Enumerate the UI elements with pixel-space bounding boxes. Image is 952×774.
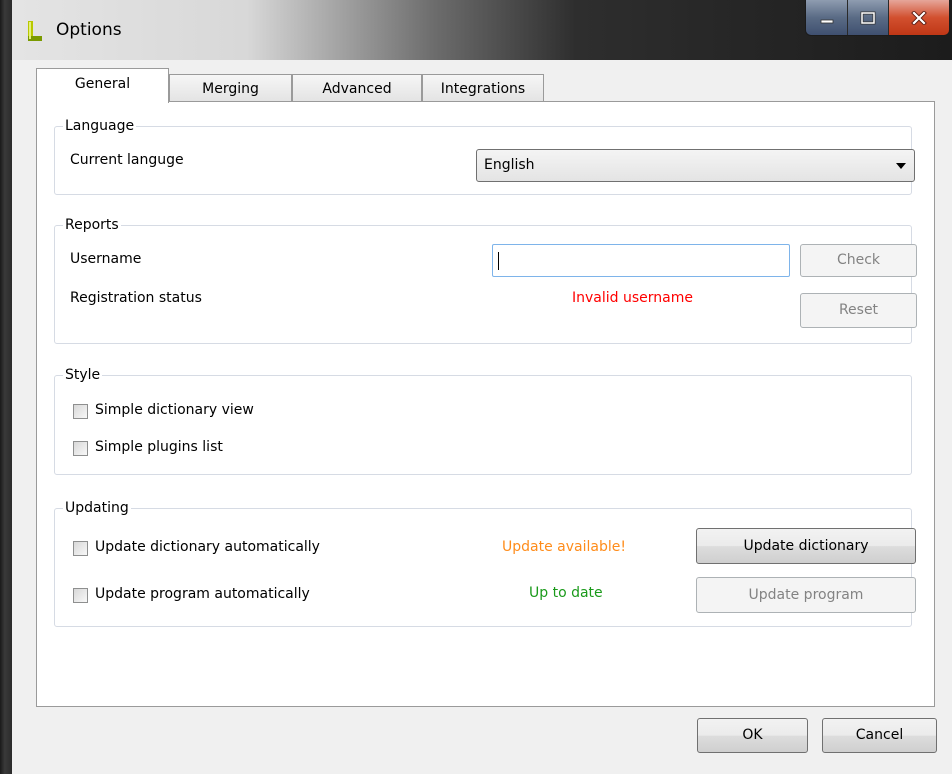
app-logo-icon <box>28 21 42 41</box>
tab-merging[interactable]: Merging <box>169 74 292 102</box>
maximize-button[interactable] <box>848 0 889 35</box>
username-label: Username <box>70 251 142 267</box>
reset-button-label: Reset <box>838 302 879 318</box>
close-button[interactable] <box>889 0 949 35</box>
update-program-auto-checkbox[interactable] <box>73 588 88 603</box>
dictionary-update-status: Update available! <box>502 539 626 555</box>
registration-status-value: Invalid username <box>572 290 693 306</box>
current-language-label: Current languge <box>70 152 184 168</box>
update-dictionary-button[interactable]: Update dictionary <box>696 528 916 564</box>
update-dictionary-auto-label[interactable]: Update dictionary automatically <box>95 539 320 555</box>
registration-status-label: Registration status <box>70 290 202 306</box>
tab-advanced[interactable]: Advanced <box>292 74 422 102</box>
title-bar[interactable]: Options <box>12 0 952 60</box>
updating-group: Updating Update dictionary automatically… <box>54 499 916 627</box>
cancel-button[interactable]: Cancel <box>822 718 937 753</box>
reset-button[interactable]: Reset <box>800 293 917 328</box>
language-group: Language Current languge English <box>54 117 915 195</box>
close-icon <box>911 10 927 25</box>
window-title: Options <box>56 20 122 40</box>
reports-group: Reports Username Check Registration stat… <box>54 216 917 344</box>
style-group: Style Simple dictionary view Simple plug… <box>54 366 912 475</box>
minimize-button[interactable] <box>806 0 848 35</box>
caption-buttons <box>805 0 950 36</box>
language-select[interactable]: English <box>476 149 915 182</box>
window-frame-left <box>0 0 12 774</box>
simple-dictionary-view-label[interactable]: Simple dictionary view <box>95 402 254 418</box>
maximize-icon <box>860 11 876 24</box>
simple-plugins-list-label[interactable]: Simple plugins list <box>95 439 223 455</box>
group-title: Style <box>63 366 103 384</box>
simple-dictionary-view-checkbox[interactable] <box>73 404 88 419</box>
update-program-button-label: Update program <box>748 587 864 603</box>
dialog-client-area: General Merging Advanced Integrations La… <box>12 60 952 774</box>
ok-button-label: OK <box>742 727 763 743</box>
check-button-label: Check <box>836 252 881 268</box>
chevron-down-icon <box>896 163 906 169</box>
tab-label: Advanced <box>322 81 392 97</box>
group-title: Updating <box>63 499 131 517</box>
username-input[interactable] <box>492 244 790 277</box>
ok-button[interactable]: OK <box>697 718 808 753</box>
update-program-auto-label[interactable]: Update program automatically <box>95 586 310 602</box>
minimize-icon <box>820 19 833 23</box>
group-title: Language <box>63 117 137 135</box>
tab-label: General <box>74 76 131 92</box>
text-caret <box>498 252 499 270</box>
check-button[interactable]: Check <box>800 244 917 277</box>
language-select-value: English <box>484 157 535 173</box>
program-update-status: Up to date <box>529 585 603 601</box>
options-window: Options General Merging Advanced Integra… <box>0 0 952 774</box>
general-tab-panel: Language Current languge English Reports… <box>36 101 935 707</box>
update-dictionary-auto-checkbox[interactable] <box>73 541 88 556</box>
cancel-button-label: Cancel <box>855 727 904 743</box>
tab-label: Integrations <box>440 81 526 97</box>
update-dictionary-button-label: Update dictionary <box>743 538 869 554</box>
tab-label: Merging <box>202 81 259 97</box>
simple-plugins-list-checkbox[interactable] <box>73 441 88 456</box>
tab-general[interactable]: General <box>36 68 169 103</box>
group-title: Reports <box>63 216 121 234</box>
tab-integrations[interactable]: Integrations <box>422 74 544 102</box>
update-program-button[interactable]: Update program <box>696 577 916 613</box>
